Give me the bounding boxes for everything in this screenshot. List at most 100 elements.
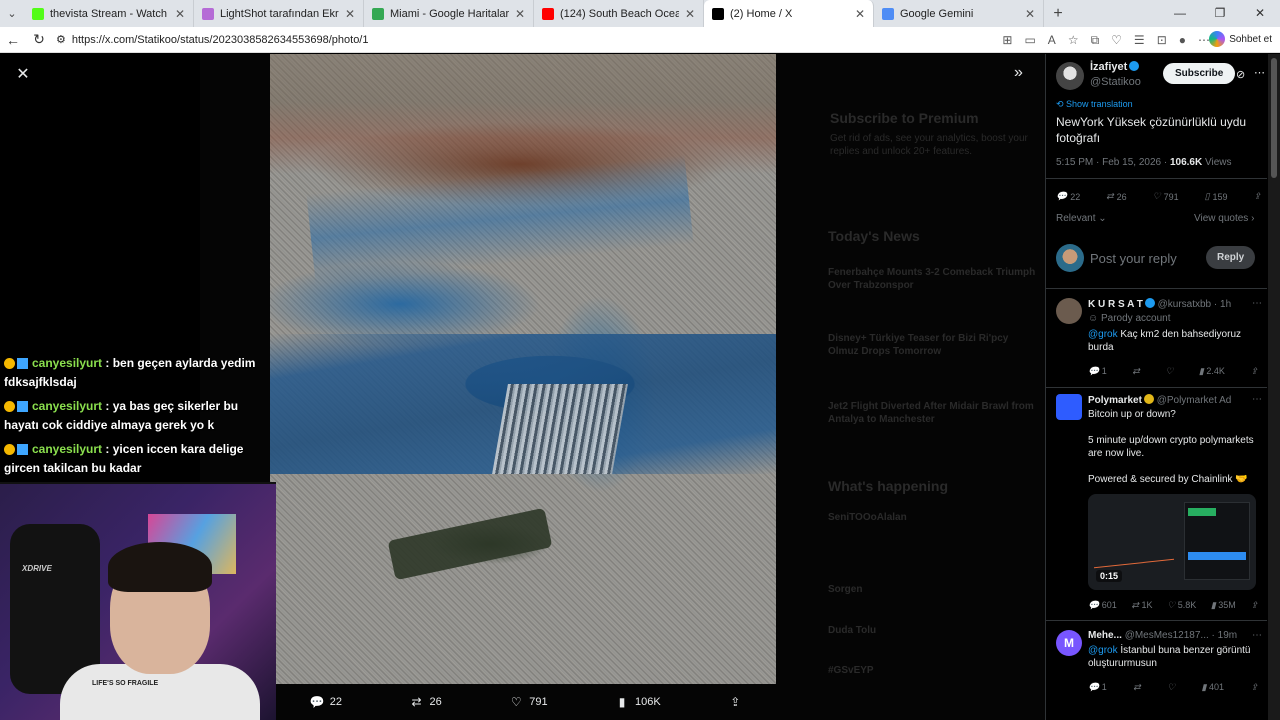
reply-reply-action[interactable]: 💬 1: [1088, 682, 1107, 693]
reply-stat[interactable]: 💬 22: [1056, 191, 1080, 202]
extensions-icon[interactable]: ⧉: [1091, 33, 1100, 48]
close-tab-icon[interactable]: ✕: [345, 7, 355, 21]
share-stat[interactable]: ⇪: [1253, 191, 1261, 202]
scrollbar-thumb[interactable]: [1271, 58, 1277, 178]
browser-tab[interactable]: Miami - Google Haritalar ✕: [364, 0, 534, 27]
browser-essentials-icon[interactable]: ♡: [1111, 33, 1122, 47]
repost-count: 26: [429, 696, 442, 708]
reply-share-action[interactable]: ⇪: [1250, 366, 1258, 377]
verified-badge-icon: [1144, 298, 1155, 308]
reply-repost-action[interactable]: ⇄: [1132, 366, 1140, 377]
share-icon: ⇪: [730, 695, 741, 709]
repost-action[interactable]: ⇄ 26: [409, 695, 441, 709]
ad-label: Ad: [1219, 395, 1232, 406]
author-handle[interactable]: @Statikoo: [1090, 76, 1141, 88]
parody-label-text: Parody account: [1101, 313, 1171, 324]
sub-badge-icon: [4, 444, 15, 456]
browser-tab[interactable]: Google Gemini ✕: [874, 0, 1044, 27]
refresh-button[interactable]: ↻: [26, 31, 52, 48]
maximize-button[interactable]: ❐: [1200, 0, 1240, 27]
back-button[interactable]: ←: [0, 32, 26, 48]
sidebar-scrollbar[interactable]: [1268, 54, 1280, 720]
author-name[interactable]: İzafiyet: [1090, 61, 1140, 73]
minimize-button[interactable]: —: [1160, 0, 1200, 27]
show-translation-link[interactable]: ⟲ Show translation: [1056, 99, 1133, 110]
reply-count: 1: [1101, 682, 1107, 692]
repost-stat[interactable]: ⇄ 26: [1106, 191, 1127, 202]
ad-author-name[interactable]: Polymarket: [1088, 395, 1142, 406]
ad-repost-action[interactable]: ⇄ 1K: [1131, 600, 1152, 611]
reply-views-action[interactable]: ▮ 2.4K: [1199, 366, 1225, 377]
tab-actions-menu[interactable]: ⌄: [0, 0, 24, 27]
reply-avatar[interactable]: M: [1056, 630, 1082, 656]
new-tab-button[interactable]: +: [1044, 5, 1072, 23]
like-action[interactable]: ♡ 791: [509, 695, 548, 709]
divider: [1046, 620, 1267, 621]
url-field[interactable]: ⚙ https://x.com/Statikoo/status/20230385…: [56, 33, 368, 47]
reply-author-name[interactable]: Mehe...: [1088, 630, 1122, 641]
copilot-button[interactable]: Sohbet et: [1209, 31, 1272, 47]
reply-like-action[interactable]: ♡: [1165, 366, 1173, 377]
split-screen-icon[interactable]: ▭: [1024, 33, 1035, 47]
relevant-dropdown[interactable]: Relevant ⌄: [1056, 213, 1107, 224]
more-options-icon[interactable]: ⋯: [1254, 66, 1265, 79]
close-viewer-button[interactable]: ✕: [12, 64, 34, 86]
bookmark-stat-count: 159: [1212, 191, 1228, 202]
polymarket-avatar[interactable]: [1056, 394, 1082, 420]
reply-author-name[interactable]: K U R S A T: [1088, 299, 1143, 310]
reply-avatar[interactable]: [1056, 298, 1082, 324]
ad-like-action[interactable]: ♡ 5.8K: [1167, 600, 1196, 611]
close-window-button[interactable]: ✕: [1240, 0, 1280, 27]
browser-tab[interactable]: thevista Stream - Watch Live on Ki ✕: [24, 0, 194, 27]
mention-link[interactable]: @grok: [1088, 645, 1118, 656]
more-options-icon[interactable]: ⋯: [1252, 394, 1262, 405]
reply-item[interactable]: M Mehe... @MesMes12187... · 19m ⋯ @grok …: [1056, 630, 1262, 710]
grok-icon[interactable]: ⊘: [1236, 68, 1245, 81]
ad-item[interactable]: Polymarket @Polymarket Ad ⋯ Bitcoin up o…: [1056, 394, 1262, 619]
favorite-star-icon[interactable]: ☆: [1068, 33, 1079, 47]
more-options-icon[interactable]: ⋯: [1252, 630, 1262, 641]
tweet-time[interactable]: 5:15 PM · Feb 15, 2026 ·: [1056, 157, 1170, 168]
browser-tab[interactable]: (124) South Beach Ocean Drive 4K ✕: [534, 0, 704, 27]
favorites-icon[interactable]: ☰: [1134, 33, 1145, 47]
heart-icon: ♡: [1165, 366, 1174, 376]
ad-reply-action[interactable]: 💬 601: [1088, 600, 1117, 611]
reply-action[interactable]: 💬 22: [310, 695, 342, 709]
reply-repost-action[interactable]: ⇄: [1133, 682, 1141, 693]
bookmark-stat[interactable]: ▯ 159: [1205, 191, 1228, 202]
reply-reply-action[interactable]: 💬 1: [1088, 366, 1107, 377]
like-stat[interactable]: ♡ 791: [1153, 191, 1179, 202]
ad-share-action[interactable]: ⇪: [1250, 600, 1258, 611]
ad-views-action[interactable]: ▮ 35M: [1211, 600, 1236, 611]
close-tab-icon[interactable]: ✕: [1025, 7, 1035, 21]
share-action[interactable]: ⇪: [728, 695, 742, 709]
satellite-photo[interactable]: [270, 54, 776, 684]
settings-more-icon[interactable]: ⋯: [1198, 33, 1210, 47]
more-options-icon[interactable]: ⋯: [1252, 298, 1262, 309]
browser-tab[interactable]: LightShot tarafından Ekran Görünt ✕: [194, 0, 364, 27]
browser-tab[interactable]: (2) Home / X ✕: [704, 0, 874, 27]
reply-like-action[interactable]: ♡: [1167, 682, 1175, 693]
mention-link[interactable]: @grok: [1088, 329, 1118, 340]
subscribe-button[interactable]: Subscribe: [1163, 63, 1236, 84]
reply-input[interactable]: Post your reply: [1090, 251, 1177, 266]
app-available-icon[interactable]: ⊞: [1002, 33, 1012, 47]
site-info-icon[interactable]: ⚙: [56, 33, 66, 46]
view-quotes-link[interactable]: View quotes ›: [1194, 213, 1254, 224]
reply-views-action[interactable]: ▮ 401: [1202, 682, 1225, 693]
reply-share-action[interactable]: ⇪: [1250, 682, 1258, 693]
close-tab-icon[interactable]: ✕: [685, 7, 695, 21]
close-tab-icon[interactable]: ✕: [175, 7, 185, 21]
profile-icon[interactable]: ●: [1179, 33, 1186, 47]
collections-icon[interactable]: ⊡: [1157, 33, 1167, 47]
author-avatar[interactable]: [1056, 62, 1084, 90]
reply-button[interactable]: Reply: [1206, 246, 1256, 269]
ad-video[interactable]: 0:15: [1088, 494, 1256, 590]
collapse-sidebar-button[interactable]: »: [1014, 64, 1023, 82]
close-tab-icon[interactable]: ✕: [515, 7, 525, 21]
ad-body: Bitcoin up or down? 5 minute up/down cry…: [1088, 408, 1258, 486]
views-action[interactable]: ▮ 106K: [615, 695, 661, 709]
reply-item[interactable]: K U R S A T @kursatxbb · 1h ⋯ ☺ Parody a…: [1056, 298, 1262, 388]
close-tab-icon[interactable]: ✕: [855, 7, 865, 21]
read-aloud-icon[interactable]: A: [1048, 33, 1056, 47]
